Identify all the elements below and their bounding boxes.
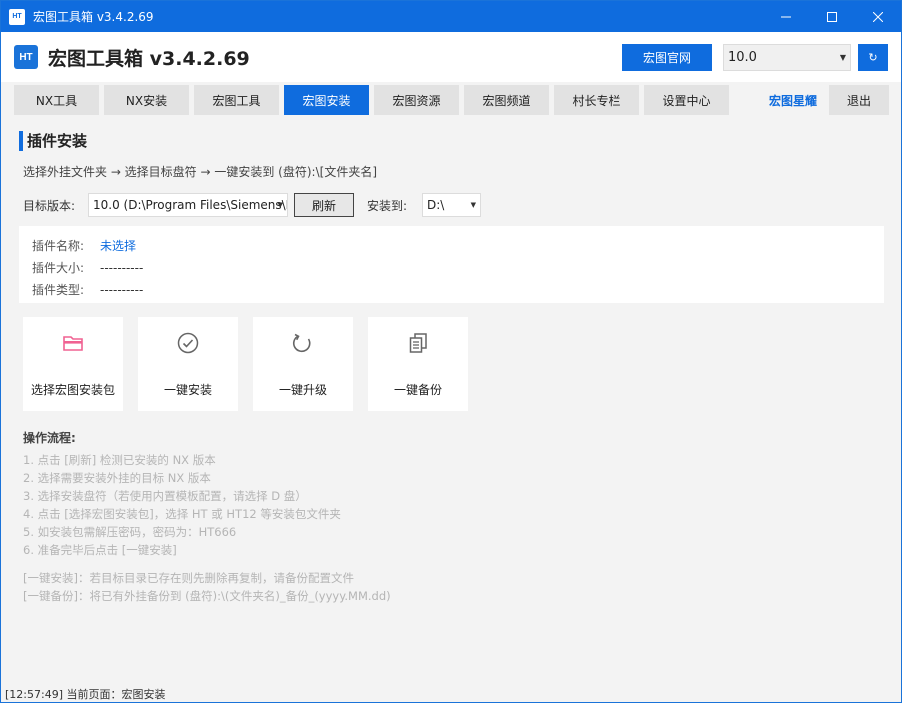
tab-ht-channel[interactable]: 宏图频道	[464, 85, 549, 115]
plugin-size-row: 插件大小: ----------	[32, 259, 143, 276]
process-step: 1. 点击 [刷新] 检测已安装的 NX 版本	[23, 453, 216, 467]
app-icon: HT	[9, 8, 25, 25]
window-controls	[763, 1, 901, 32]
tab-nx-tools[interactable]: NX工具	[14, 85, 99, 115]
process-title: 操作流程:	[23, 431, 76, 445]
process-step: 2. 选择需要安装外挂的目标 NX 版本	[23, 471, 211, 485]
tab-ht-tools[interactable]: 宏图工具	[194, 85, 279, 115]
plugin-size-label: 插件大小:	[32, 261, 85, 275]
plugin-info-panel: 插件名称: 未选择 插件大小: ---------- 插件类型: ----------	[19, 226, 884, 303]
select-package-button[interactable]: 选择宏图安装包	[23, 317, 123, 411]
one-click-backup-label: 一键备份	[393, 383, 442, 397]
plugin-type-value: ----------	[100, 283, 144, 297]
one-click-upgrade-label: 一键升级	[278, 383, 327, 397]
plugin-name-value: 未选择	[100, 239, 137, 253]
chevron-down-icon: ▼	[277, 201, 283, 209]
status-bar: [12:57:49] 当前页面：宏图安装	[5, 688, 166, 701]
folder-icon	[63, 336, 83, 351]
tab-village-column[interactable]: 村长专栏	[554, 85, 639, 115]
process-notes: [一键安装]：若目标目录已存在则先删除再复制，请备份配置文件 [一键备份]：将已…	[23, 569, 391, 605]
reload-button[interactable]: ↻	[858, 44, 888, 71]
one-click-backup-button[interactable]: 一键备份	[368, 317, 468, 411]
plugin-name-label: 插件名称:	[32, 239, 85, 253]
minimize-button[interactable]	[763, 1, 809, 32]
header: HT 宏图工具箱 v3.4.2.69 宏图官网 10.0 ▼ ↻	[1, 32, 901, 82]
maximize-icon	[827, 11, 837, 22]
copy-icon	[409, 333, 427, 353]
plugin-size-value: ----------	[100, 261, 144, 275]
plugin-type-label: 插件类型:	[32, 283, 85, 297]
select-package-label: 选择宏图安装包	[30, 383, 115, 397]
process-steps: 1. 点击 [刷新] 检测已安装的 NX 版本 2. 选择需要安装外挂的目标 N…	[23, 451, 341, 559]
install-drive-select[interactable]: D:\ ▼	[422, 193, 481, 217]
app-window: HT 宏图工具箱 v3.4.2.69 HT 宏图工具箱 v3.4.2.69 宏图…	[0, 0, 902, 703]
close-icon	[873, 11, 883, 22]
process-note: [一键安装]：若目标目录已存在则先删除再复制，请备份配置文件	[23, 571, 354, 585]
plugin-type-row: 插件类型: ----------	[32, 281, 143, 298]
reload-icon: ↻	[868, 51, 878, 64]
chevron-down-icon: ▼	[839, 53, 846, 62]
one-click-upgrade-button[interactable]: 一键升级	[253, 317, 353, 411]
plugin-name-row: 插件名称: 未选择	[32, 237, 136, 254]
minimize-icon	[781, 16, 791, 17]
process-note: [一键备份]：将已有外挂备份到 (盘符):\(文件夹名)_备份_(yyyy.MM…	[23, 589, 391, 603]
tab-ht-install[interactable]: 宏图安装	[284, 85, 369, 115]
process-step: 5. 如安装包需解压密码，密码为：HT666	[23, 525, 237, 539]
tab-settings[interactable]: 设置中心	[644, 85, 729, 115]
section-title: 插件安装	[19, 131, 87, 151]
app-title: 宏图工具箱 v3.4.2.69	[48, 48, 250, 70]
logo-icon: HT	[14, 45, 38, 69]
refresh-button[interactable]: 刷新	[294, 193, 354, 217]
ht-star-link[interactable]: 宏图星耀	[758, 85, 828, 115]
one-click-install-button[interactable]: 一键安装	[138, 317, 238, 411]
target-version-value: 10.0 (D:\Program Files\Siemens\NX 10.0)	[93, 198, 287, 212]
version-select-value: 10.0	[728, 50, 757, 65]
chevron-down-icon: ▼	[470, 201, 476, 209]
tab-nx-install[interactable]: NX安装	[104, 85, 189, 115]
exit-button[interactable]: 退出	[829, 85, 889, 115]
section-hint: 选择外挂文件夹 → 选择目标盘符 → 一键安装到 (盘符):\[文件夹名]	[23, 165, 377, 179]
check-circle-icon	[177, 332, 199, 354]
one-click-install-label: 一键安装	[163, 383, 212, 397]
target-version-select[interactable]: 10.0 (D:\Program Files\Siemens\NX 10.0) …	[88, 193, 288, 217]
title-bar[interactable]: HT 宏图工具箱 v3.4.2.69	[1, 1, 901, 32]
process-step: 4. 点击 [选择宏图安装包]，选择 HT 或 HT12 等安装包文件夹	[23, 507, 341, 521]
maximize-button[interactable]	[809, 1, 855, 32]
refresh-icon	[292, 333, 311, 353]
target-version-label: 目标版本:	[23, 199, 76, 213]
window-title: 宏图工具箱 v3.4.2.69	[33, 10, 154, 24]
install-to-label: 安装到:	[367, 199, 408, 213]
version-select[interactable]: 10.0 ▼	[723, 44, 851, 71]
close-button[interactable]	[855, 1, 901, 32]
process-step: 3. 选择安装盘符（若使用内置模板配置，请选择 D 盘）	[23, 489, 307, 503]
install-drive-value: D:\	[427, 198, 445, 212]
official-site-button[interactable]: 宏图官网	[622, 44, 712, 71]
tab-ht-resources[interactable]: 宏图资源	[374, 85, 459, 115]
process-step: 6. 准备完毕后点击 [一键安装]	[23, 543, 177, 557]
